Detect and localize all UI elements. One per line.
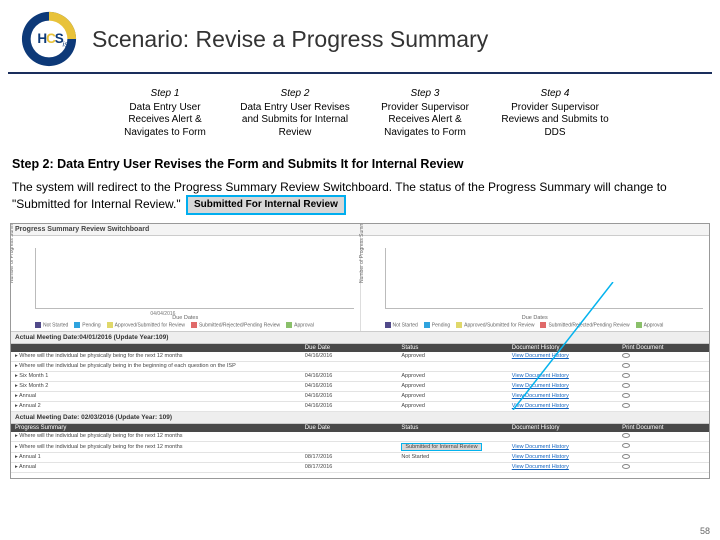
print-icon[interactable] <box>622 454 630 459</box>
chart-right: Number of Progress Summaries Due Dates N… <box>361 236 710 331</box>
chart-right-legend: Not Started Pending Approved/Submitted f… <box>385 322 704 328</box>
print-icon[interactable] <box>622 383 630 388</box>
page-number: 58 <box>700 526 710 536</box>
table-row: ▸ Annual 108/17/2016Not StartedView Docu… <box>11 453 709 463</box>
app-screenshot: Progress Summary Review Switchboard Numb… <box>10 223 710 479</box>
print-icon[interactable] <box>622 464 630 469</box>
page-title: Scenario: Revise a Progress Summary <box>92 26 488 53</box>
table-row: ▸ Where will the individual be physicall… <box>11 442 709 453</box>
table-row: ▸ Annual04/16/2016ApprovedView Document … <box>11 392 709 402</box>
print-icon[interactable] <box>622 393 630 398</box>
group-2-title: Actual Meeting Date: 02/03/2016 (Update … <box>11 412 709 424</box>
table-header: Due Date Status Document History Print D… <box>11 344 709 352</box>
view-history-link[interactable]: View Document History <box>512 444 569 450</box>
chart-left: Number of Progress Summaries 04/04/2016 … <box>11 236 361 331</box>
step-flow: Step 1 Data Entry User Receives Alert & … <box>0 82 720 153</box>
table-row: ▸ Where will the individual be physicall… <box>11 352 709 362</box>
table-row: ▸ Six Month 204/16/2016ApprovedView Docu… <box>11 382 709 392</box>
step-3: Step 3 Provider Supervisor Receives Aler… <box>369 88 481 139</box>
step-2: Step 2 Data Entry User Revises and Submi… <box>239 88 351 139</box>
view-history-link[interactable]: View Document History <box>512 373 569 379</box>
view-history-link[interactable]: View Document History <box>512 464 569 470</box>
step-1: Step 1 Data Entry User Receives Alert & … <box>109 88 221 139</box>
table-row: ▸ Where will the individual be physicall… <box>11 362 709 372</box>
table-row: ▸ Six Month 104/16/2016ApprovedView Docu… <box>11 372 709 382</box>
table-header-2: Progress Summary Due Date Status Documen… <box>11 424 709 432</box>
view-history-link[interactable]: View Document History <box>512 383 569 389</box>
chart-left-plot <box>35 248 354 309</box>
print-icon[interactable] <box>622 403 630 408</box>
print-icon[interactable] <box>622 373 630 378</box>
table-row: ▸ Where will the individual be physicall… <box>11 432 709 442</box>
charts-row: Number of Progress Summaries 04/04/2016 … <box>11 236 709 332</box>
hcsis-logo: H C S is <box>20 10 78 68</box>
svg-text:is: is <box>63 40 69 49</box>
print-icon[interactable] <box>622 353 630 358</box>
view-history-link[interactable]: View Document History <box>512 454 569 460</box>
group-1-title: Actual Meeting Date:04/01/2016 (Update Y… <box>11 332 709 344</box>
status-highlight: Submitted for Internal Review <box>401 443 481 451</box>
table-row: ▸ Annual 204/16/2016ApprovedView Documen… <box>11 402 709 412</box>
chart-right-plot <box>385 248 704 309</box>
print-icon[interactable] <box>622 433 630 438</box>
slide-header: H C S is Scenario: Revise a Progress Sum… <box>8 0 712 74</box>
print-icon[interactable] <box>622 363 630 368</box>
view-history-link[interactable]: View Document History <box>512 353 569 359</box>
chart-left-legend: Not Started Pending Approved/Submitted f… <box>35 322 354 328</box>
view-history-link[interactable]: View Document History <box>512 403 569 409</box>
table-row: ▸ Annual08/17/2016View Document History <box>11 463 709 473</box>
print-icon[interactable] <box>622 443 630 448</box>
status-chip-submitted: Submitted For Internal Review <box>186 195 346 215</box>
view-history-link[interactable]: View Document History <box>512 393 569 399</box>
step-4: Step 4 Provider Supervisor Reviews and S… <box>499 88 611 139</box>
step2-heading: Step 2: Data Entry User Revises the Form… <box>0 153 720 177</box>
step2-body: The system will redirect to the Progress… <box>0 177 720 221</box>
